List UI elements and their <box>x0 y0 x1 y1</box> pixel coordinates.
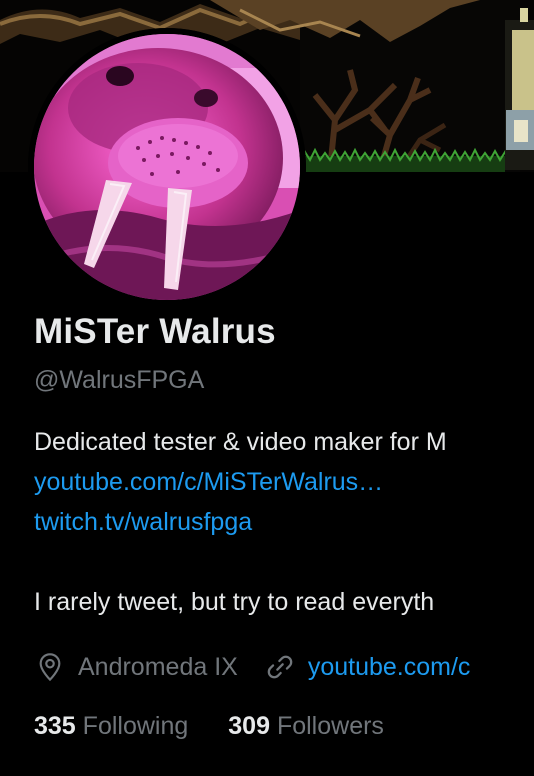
following-stat[interactable]: 335 Following <box>34 712 188 741</box>
bio-text-line: I rarely tweet, but try to read everyth <box>34 588 435 616</box>
bio-text-line: Dedicated tester & video maker for M <box>34 428 447 456</box>
followers-label: Followers <box>276 712 384 740</box>
bio-twitch-link[interactable]: twitch.tv/walrusfpga <box>34 508 252 537</box>
profile-meta-row: Andromeda IX youtube.com/c <box>34 648 496 686</box>
bio-youtube-link[interactable]: youtube.com/c/MiSTerWalrus… <box>34 468 383 497</box>
profile-website[interactable]: youtube.com/c <box>264 651 471 683</box>
profile-avatar[interactable] <box>28 28 306 306</box>
followers-count: 309 <box>228 712 270 740</box>
map-pin-icon <box>39 653 61 682</box>
profile-handle: @WalrusFPGA <box>34 366 205 394</box>
website-link[interactable]: youtube.com/c <box>308 653 471 682</box>
profile-stats: 335 Following 309 Followers <box>34 712 424 741</box>
following-count: 335 <box>34 712 76 740</box>
walrus-avatar-image <box>28 28 306 306</box>
following-label: Following <box>82 712 189 740</box>
profile-location: Andromeda IX <box>34 651 238 683</box>
location-text: Andromeda IX <box>78 652 238 681</box>
followers-stat[interactable]: 309 Followers <box>228 712 384 741</box>
profile-display-name: MiSTer Walrus <box>34 312 276 351</box>
link-icon <box>267 655 293 679</box>
